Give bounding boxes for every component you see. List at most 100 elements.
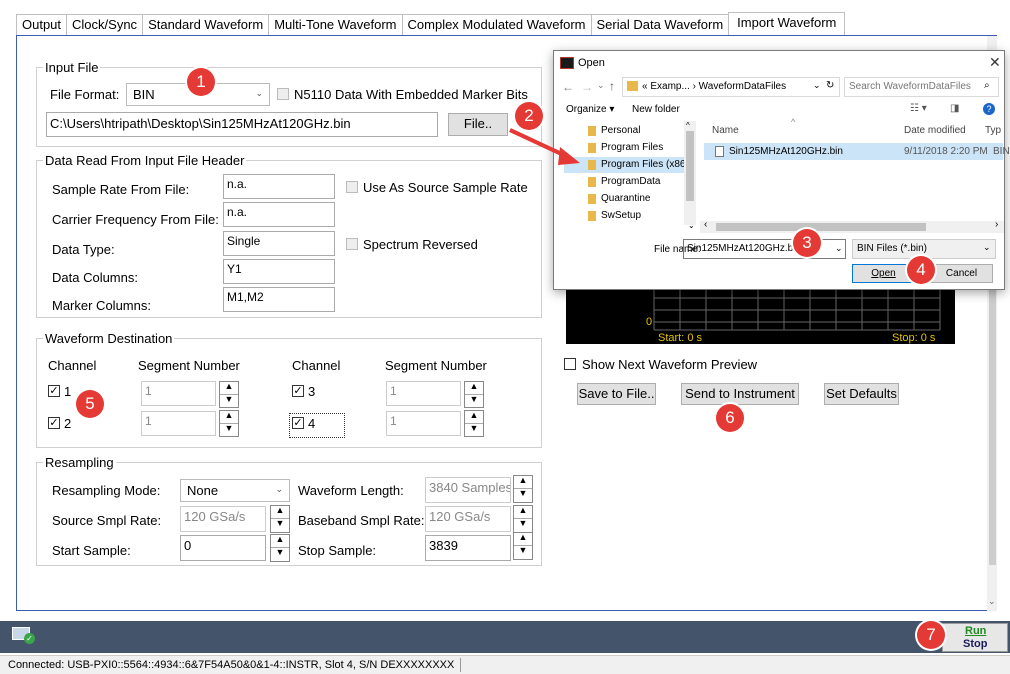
channel-header-1: Channel [48, 358, 97, 373]
folder-item[interactable]: SwSetup [564, 208, 684, 224]
new-folder-button[interactable]: New folder [632, 104, 680, 115]
start-sample-field[interactable]: 0 [180, 535, 266, 561]
source-rate-stepper[interactable]: ▲ ▼ [270, 505, 290, 533]
use-source-rate-label: Use As Source Sample Rate [363, 180, 528, 195]
tree-scroll-up-icon[interactable]: ^ [686, 121, 690, 130]
search-box[interactable]: Search WaveformDataFiles ⌕ [844, 77, 999, 97]
channel-2-label: 2 [64, 416, 72, 431]
step-badge-6: 6 [716, 404, 744, 432]
open-button[interactable]: Open [852, 264, 915, 283]
refresh-icon[interactable]: ↻ [826, 80, 834, 91]
folder-item[interactable]: ProgramData [564, 174, 684, 190]
filename-chevron-icon[interactable]: ⌄ [835, 243, 843, 254]
spectrum-reversed-checkbox[interactable] [346, 238, 358, 250]
folder-item-label: SwSetup [601, 210, 642, 221]
waveform-length-stepper[interactable]: ▲ ▼ [513, 475, 533, 503]
waveform-length-field[interactable]: 3840 Samples [425, 477, 511, 503]
start-sample-stepper[interactable]: ▲ ▼ [270, 534, 290, 562]
filename-input[interactable]: Sin125MHzAt120GHz.bin [683, 239, 846, 259]
recent-chevron-icon[interactable]: ⌄ [597, 80, 605, 91]
source-rate-label: Source Smpl Rate: [52, 513, 162, 528]
save-to-file-button[interactable]: Save to File.. [577, 383, 656, 405]
run-label[interactable]: Run [965, 625, 986, 637]
tree-scrollbar[interactable] [684, 121, 696, 225]
data-type-field: Single [223, 231, 335, 256]
waveform-preview: 0 Start: 0 s Stop: 0 s [566, 288, 955, 344]
search-placeholder: Search WaveformDataFiles [849, 81, 971, 92]
channel-header-2: Channel [292, 358, 341, 373]
folder-icon [588, 177, 596, 187]
tab-complex-modulated-waveform[interactable]: Complex Modulated Waveform [401, 14, 591, 36]
channel-4-checkbox[interactable]: ✓ [292, 417, 304, 429]
folder-icon [627, 81, 638, 91]
file-row-name: Sin125MHzAt120GHz.bin [729, 146, 843, 157]
file-path-field[interactable]: C:\Users\htripath\Desktop\Sin125MHzAt120… [46, 112, 438, 137]
preview-stop-label: Stop: 0 s [892, 332, 936, 344]
status-bar: Connected: USB-PXI0::5564::4934::6&7F54A… [0, 655, 1010, 674]
file-format-label: File Format: [50, 87, 120, 102]
channel-3-checkbox[interactable]: ✓ [292, 385, 304, 397]
tab-output[interactable]: Output [16, 14, 67, 36]
step-badge-3: 3 [793, 229, 821, 257]
address-bar[interactable]: « Examp... › WaveformDataFiles ⌄ ↻ [622, 77, 840, 97]
open-file-dialog: Open ✕ ← → ⌄ ↑ « Examp... › WaveformData… [553, 50, 1010, 290]
column-type[interactable]: Typ [985, 125, 1001, 136]
tab-serial-data-waveform[interactable]: Serial Data Waveform [590, 14, 729, 36]
channel-2-checkbox[interactable]: ✓ [48, 417, 60, 429]
folder-item-label: Program Files (x86) [601, 159, 689, 170]
sample-rate-label: Sample Rate From File: [52, 182, 190, 197]
help-icon[interactable]: ? [983, 103, 995, 115]
baseband-rate-field[interactable]: 120 GSa/s [425, 506, 511, 532]
stop-label[interactable]: Stop [963, 638, 987, 650]
column-date[interactable]: Date modified [904, 125, 966, 136]
use-source-rate-checkbox[interactable] [346, 181, 358, 193]
back-arrow-icon[interactable]: ← [562, 80, 574, 94]
start-sample-label: Start Sample: [52, 543, 131, 558]
set-defaults-button[interactable]: Set Defaults [824, 383, 899, 405]
tab-import-waveform[interactable]: Import Waveform [728, 12, 846, 37]
channel-2-segment-stepper[interactable]: ▲ ▼ [219, 410, 239, 437]
organize-menu[interactable]: Organize ▾ [566, 104, 614, 115]
preview-pane-icon[interactable]: ◨ [950, 103, 959, 114]
close-icon[interactable]: ✕ [989, 54, 1001, 71]
up-arrow-icon[interactable]: ↑ [609, 79, 615, 93]
tab-standard-waveform[interactable]: Standard Waveform [142, 14, 269, 36]
sort-caret-icon: ^ [791, 117, 796, 127]
scroll-down-icon[interactable]: ⌄ [988, 596, 996, 607]
input-file-legend: Input File [43, 60, 101, 75]
file-browse-button[interactable]: File.. [448, 113, 508, 136]
stop-sample-stepper[interactable]: ▲ ▼ [513, 532, 533, 560]
annotation-arrow [509, 128, 580, 165]
tab-multi-tone-waveform[interactable]: Multi-Tone Waveform [268, 14, 402, 36]
channel-3-segment[interactable]: 1 [386, 381, 461, 406]
resampling-mode-value: None [187, 483, 219, 498]
channel-4-segment[interactable]: 1 [386, 411, 461, 436]
stop-sample-field[interactable]: 3839 [425, 535, 511, 561]
channel-1-checkbox[interactable]: ✓ [48, 385, 60, 397]
show-next-preview-checkbox[interactable] [564, 358, 576, 370]
forward-arrow-icon[interactable]: → [581, 80, 593, 94]
baseband-rate-stepper[interactable]: ▲ ▼ [513, 505, 533, 533]
column-name[interactable]: Name [712, 125, 739, 136]
source-rate-field[interactable]: 120 GSa/s [180, 506, 266, 532]
chevron-down-icon: ⌄ [275, 484, 283, 494]
chevron-down-icon: ⌄ [983, 242, 991, 252]
resampling-mode-select[interactable]: None ⌄ [180, 479, 290, 502]
channel-1-segment-stepper[interactable]: ▲ ▼ [219, 381, 239, 408]
channel-1-segment[interactable]: 1 [141, 381, 216, 406]
send-to-instrument-button[interactable]: Send to Instrument [681, 383, 799, 405]
tab-clock-sync[interactable]: Clock/Sync [66, 14, 143, 36]
tree-scroll-down-icon[interactable]: ⌄ [688, 221, 695, 230]
run-stop-button[interactable]: Run Stop [942, 623, 1008, 652]
channel-4-segment-stepper[interactable]: ▲ ▼ [464, 410, 484, 437]
channel-4-label: 4 [308, 416, 316, 431]
file-icon [715, 146, 724, 157]
cancel-button[interactable]: Cancel [930, 264, 993, 283]
view-options-icon[interactable]: ☷ ▾ [910, 103, 927, 114]
folder-item-label: Personal [601, 125, 641, 136]
folder-item[interactable]: Quarantine [564, 191, 684, 207]
channel-3-segment-stepper[interactable]: ▲ ▼ [464, 381, 484, 408]
list-hscrollbar[interactable]: ‹ › [700, 219, 1004, 233]
channel-2-segment[interactable]: 1 [141, 411, 216, 436]
n5110-checkbox[interactable] [277, 88, 289, 100]
